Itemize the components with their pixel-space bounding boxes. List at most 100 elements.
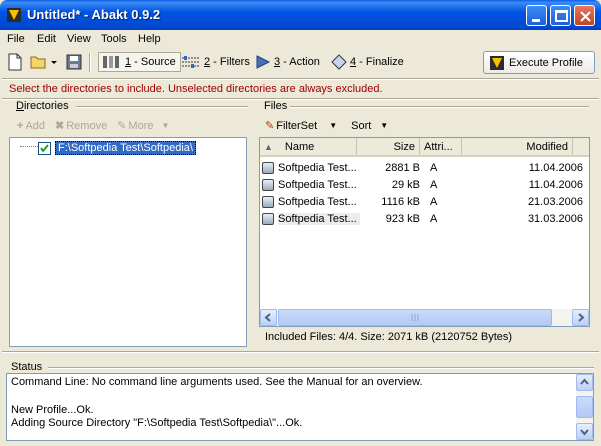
scroll-right-button[interactable] bbox=[572, 309, 589, 326]
menu-file[interactable]: File bbox=[7, 33, 25, 45]
save-icon[interactable] bbox=[66, 52, 82, 72]
column-attributes[interactable]: Attri... bbox=[420, 138, 462, 155]
add-button[interactable]: + Add bbox=[17, 120, 45, 132]
status-log[interactable]: Command Line: No command line arguments … bbox=[6, 373, 594, 441]
column-name[interactable]: ▲ Name bbox=[260, 138, 357, 155]
chevron-right-icon bbox=[578, 313, 585, 322]
file-attr: A bbox=[430, 212, 438, 225]
tab-source[interactable]: 1 - Source bbox=[98, 52, 181, 72]
file-icon bbox=[262, 161, 274, 174]
maximize-icon bbox=[555, 10, 568, 22]
scroll-left-button[interactable] bbox=[260, 309, 277, 326]
menu-help[interactable]: Help bbox=[138, 33, 161, 45]
open-folder-icon[interactable] bbox=[30, 52, 48, 72]
open-dropdown-icon[interactable] bbox=[50, 52, 58, 72]
chevron-down-icon: ▼ bbox=[380, 121, 389, 130]
column-size-label: Size bbox=[393, 140, 415, 153]
table-row[interactable]: Softpedia Test... 1116 kB A 21.03.2006 bbox=[262, 193, 587, 210]
file-name: Softpedia Test... bbox=[278, 212, 360, 225]
divider bbox=[2, 98, 599, 100]
sort-ascending-icon: ▲ bbox=[264, 141, 273, 152]
column-size[interactable]: Size bbox=[357, 138, 420, 155]
file-icon bbox=[262, 178, 274, 191]
directory-tree[interactable]: F:\Softpedia Test\Softpedia\ bbox=[9, 137, 247, 347]
file-list-header: ▲ Name Size Attri... Modified bbox=[260, 138, 589, 157]
table-row[interactable]: Softpedia Test... 2881 B A 11.04.2006 bbox=[262, 159, 587, 176]
files-status: Included Files: 4/4. Size: 2071 kB (2120… bbox=[265, 331, 513, 343]
vertical-scrollbar[interactable] bbox=[576, 374, 593, 440]
file-size: 2881 B bbox=[385, 161, 420, 174]
divider bbox=[76, 106, 248, 108]
column-modified-label: Modified bbox=[526, 140, 568, 153]
menu-tools[interactable]: Tools bbox=[101, 33, 127, 45]
scroll-thumb[interactable] bbox=[576, 396, 593, 418]
checkmark-icon bbox=[40, 143, 49, 153]
window-title: Untitled* - Abakt 0.9.2 bbox=[27, 7, 161, 22]
sort-label: Sort bbox=[351, 119, 372, 132]
execute-profile-button[interactable]: Execute Profile bbox=[483, 51, 595, 74]
file-list[interactable]: ▲ Name Size Attri... Modified Softpedia … bbox=[259, 137, 590, 327]
scroll-up-button[interactable] bbox=[576, 374, 593, 391]
tab-action-label: - Action bbox=[280, 56, 320, 68]
chevron-up-icon bbox=[580, 378, 589, 385]
chevron-left-icon bbox=[264, 313, 271, 322]
pencil-icon: ✎ bbox=[265, 120, 275, 132]
add-label: Add bbox=[25, 119, 46, 132]
filterset-button[interactable]: ✎ FilterSet ▼ bbox=[265, 119, 337, 133]
file-size: 1116 kB bbox=[381, 195, 420, 208]
files-toolbar: ✎ FilterSet ▼ Sort ▼ bbox=[265, 119, 398, 133]
file-modified: 31.03.2006 bbox=[527, 212, 583, 225]
minimize-button[interactable] bbox=[526, 5, 547, 26]
finalize-diamond-icon bbox=[331, 54, 347, 70]
remove-label: Remove bbox=[66, 119, 108, 132]
more-button[interactable]: ✎ More ▼ bbox=[117, 119, 169, 133]
file-modified: 11.04.2006 bbox=[528, 161, 583, 174]
tab-source-label: - Source bbox=[131, 56, 176, 68]
new-file-icon[interactable] bbox=[8, 52, 22, 72]
directories-toolbar: + Add ✖ Remove ✎ More ▼ bbox=[17, 119, 179, 133]
close-button[interactable] bbox=[574, 5, 595, 26]
directory-checkbox[interactable] bbox=[38, 141, 51, 155]
tab-action[interactable]: 3 - Action bbox=[255, 52, 320, 72]
column-attributes-label: Attri... bbox=[424, 140, 453, 153]
table-row[interactable]: Softpedia Test... 923 kB A 31.03.2006 bbox=[262, 210, 587, 227]
scroll-down-button[interactable] bbox=[576, 423, 593, 440]
tab-filters-label: - Filters bbox=[210, 56, 250, 68]
filters-icon bbox=[182, 56, 199, 68]
remove-x-icon: ✖ bbox=[55, 120, 65, 132]
remove-button[interactable]: ✖ Remove bbox=[55, 119, 108, 133]
menu-bar: File Edit View Tools Help bbox=[0, 30, 601, 48]
menu-view[interactable]: View bbox=[67, 33, 91, 45]
column-modified[interactable]: Modified bbox=[462, 138, 573, 155]
file-attr: A bbox=[430, 195, 438, 208]
tab-finalize-label: - Finalize bbox=[356, 56, 404, 68]
pencil-icon: ✎ bbox=[117, 120, 127, 132]
file-name: Softpedia Test... bbox=[278, 161, 357, 174]
tab-finalize[interactable]: 4 - Finalize bbox=[331, 52, 404, 72]
toolbar-separator bbox=[89, 53, 91, 72]
more-label: More bbox=[128, 119, 154, 132]
source-icon bbox=[103, 56, 119, 68]
log-line: Command Line: No command line arguments … bbox=[11, 376, 423, 388]
file-size: 923 kB bbox=[385, 212, 420, 225]
divider bbox=[290, 106, 589, 108]
divider bbox=[2, 351, 599, 353]
tree-item[interactable]: F:\Softpedia Test\Softpedia\ bbox=[18, 141, 196, 155]
scroll-thumb[interactable] bbox=[278, 309, 552, 326]
action-arrow-icon bbox=[256, 55, 271, 69]
title-bar: Untitled* - Abakt 0.9.2 bbox=[0, 0, 601, 30]
directories-label: Directories bbox=[16, 100, 69, 112]
tree-item-label[interactable]: F:\Softpedia Test\Softpedia\ bbox=[55, 141, 196, 155]
tab-filters[interactable]: 2 - Filters bbox=[181, 52, 250, 72]
log-line: Adding Source Directory "F:\Softpedia Te… bbox=[11, 417, 303, 429]
file-attr: A bbox=[430, 161, 438, 174]
horizontal-scrollbar[interactable] bbox=[260, 309, 589, 326]
file-modified: 21.03.2006 bbox=[527, 195, 583, 208]
sort-button[interactable]: Sort ▼ bbox=[351, 120, 388, 132]
file-size: 29 kB bbox=[391, 178, 420, 191]
table-row[interactable]: Softpedia Test... 29 kB A 11.04.2006 bbox=[262, 176, 587, 193]
execute-profile-label: Execute Profile bbox=[509, 56, 583, 69]
maximize-button[interactable] bbox=[550, 5, 571, 26]
grip-icon bbox=[411, 314, 419, 321]
menu-edit[interactable]: Edit bbox=[37, 33, 56, 45]
